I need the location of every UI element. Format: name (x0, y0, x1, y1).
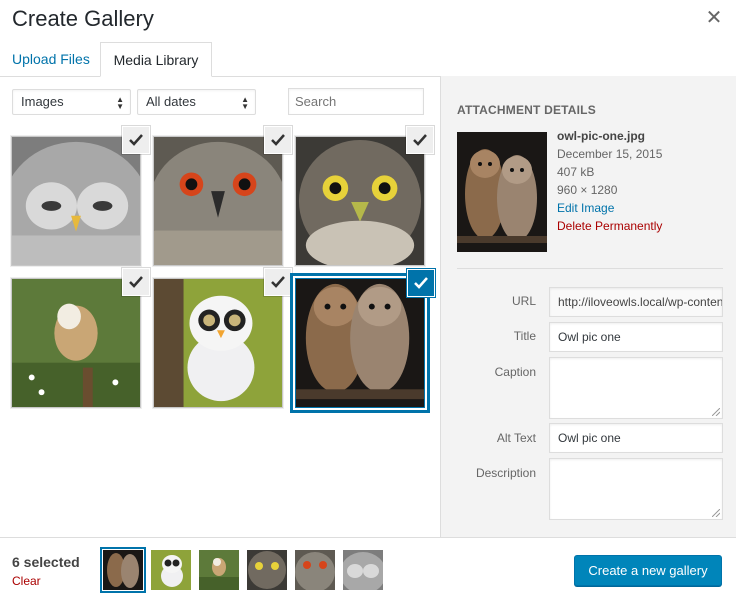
owl-photo (12, 137, 140, 265)
resize-grip-icon (712, 408, 720, 416)
alt-text-field[interactable]: Owl pic one (549, 423, 723, 453)
tab-media-library[interactable]: Media Library (100, 42, 212, 77)
url-field[interactable]: http://iloveowls.local/wp-content/upload… (549, 287, 723, 317)
attachment-date: December 15, 2015 (557, 147, 663, 161)
attachment-dimensions: 960 × 1280 (557, 183, 618, 197)
selection-count: 6 selected (12, 554, 80, 570)
owl-photo (343, 550, 383, 590)
attachment-filename: owl-pic-one.jpg (557, 129, 645, 143)
resize-grip-icon (712, 509, 720, 517)
description-label: Description (475, 466, 536, 480)
checkmark-icon (129, 276, 143, 288)
owl-photo (296, 137, 424, 265)
select-arrow-icon: ▼ (241, 102, 249, 111)
search-input[interactable] (288, 88, 424, 115)
caption-label: Caption (494, 365, 536, 379)
selected-thumbnail-tawny-owls[interactable] (103, 550, 143, 590)
media-thumbnail-barn-owl[interactable] (11, 278, 141, 408)
selected-thumbnail-plush-owl[interactable] (151, 550, 191, 590)
media-thumbnail-plush-owl[interactable] (153, 278, 283, 408)
media-thumbnail-grey-owl[interactable] (11, 136, 141, 266)
owl-photo (154, 279, 282, 407)
description-textarea[interactable] (549, 458, 723, 520)
checkmark-icon (413, 134, 427, 146)
owl-photo (103, 550, 143, 590)
attachment-preview (457, 132, 547, 252)
selection-check[interactable] (123, 127, 149, 153)
title-field[interactable]: Owl pic one (549, 322, 723, 352)
media-thumbnail-eagle-owl[interactable] (153, 136, 283, 266)
checkmark-icon (414, 277, 428, 289)
owl-photo (154, 137, 282, 265)
media-thumbnail-pygmy-owl[interactable] (295, 136, 425, 266)
sidebar-divider (457, 268, 723, 269)
url-label: URL (511, 294, 536, 308)
selected-thumbnail-pygmy-owl[interactable] (247, 550, 287, 590)
selection-check[interactable] (265, 269, 291, 295)
clear-selection-link[interactable]: Clear (12, 574, 41, 588)
media-type-select-value: Images (21, 94, 64, 109)
edit-image-link[interactable]: Edit Image (557, 201, 614, 215)
attachment-details-heading: ATTACHMENT DETAILS (457, 103, 596, 117)
selection-check[interactable] (123, 269, 149, 295)
attachment-details-sidebar: ATTACHMENT DETAILS owl-pic-one.jpg Decem… (440, 76, 736, 537)
date-filter-select-value: All dates (146, 94, 196, 109)
selection-check[interactable] (265, 127, 291, 153)
create-gallery-button[interactable]: Create a new gallery (574, 555, 722, 586)
modal-toolbar: 6 selected Clear Create a new gallery (0, 537, 736, 593)
date-filter-select[interactable]: All dates ▲ ▼ (137, 89, 256, 115)
checkmark-icon (271, 276, 285, 288)
media-type-select[interactable]: Images ▲ ▼ (12, 89, 131, 115)
delete-permanently-link[interactable]: Delete Permanently (557, 219, 662, 233)
owl-photo (295, 550, 335, 590)
alt-text-label: Alt Text (496, 431, 536, 445)
checkmark-icon (271, 134, 285, 146)
selected-thumbnail-eagle-owl[interactable] (295, 550, 335, 590)
tab-upload-files[interactable]: Upload Files (0, 42, 102, 77)
checkmark-icon (129, 134, 143, 146)
modal-title: Create Gallery (12, 6, 154, 31)
caption-textarea[interactable] (549, 357, 723, 419)
owl-photo (296, 279, 424, 407)
owl-photo (199, 550, 239, 590)
title-label: Title (513, 329, 536, 343)
select-arrow-icon: ▼ (116, 102, 124, 111)
owl-photo (247, 550, 287, 590)
selected-thumbnail-grey-owl[interactable] (343, 550, 383, 590)
selection-check[interactable] (408, 270, 434, 296)
attachment-filesize: 407 kB (557, 165, 595, 179)
owl-photo (151, 550, 191, 590)
selection-check[interactable] (407, 127, 433, 153)
owl-photo (12, 279, 140, 407)
close-icon[interactable]: ✕ (704, 8, 724, 28)
owl-photo (457, 132, 547, 252)
media-thumbnail-tawny-owls[interactable] (295, 278, 425, 408)
selected-thumbnail-barn-owl[interactable] (199, 550, 239, 590)
